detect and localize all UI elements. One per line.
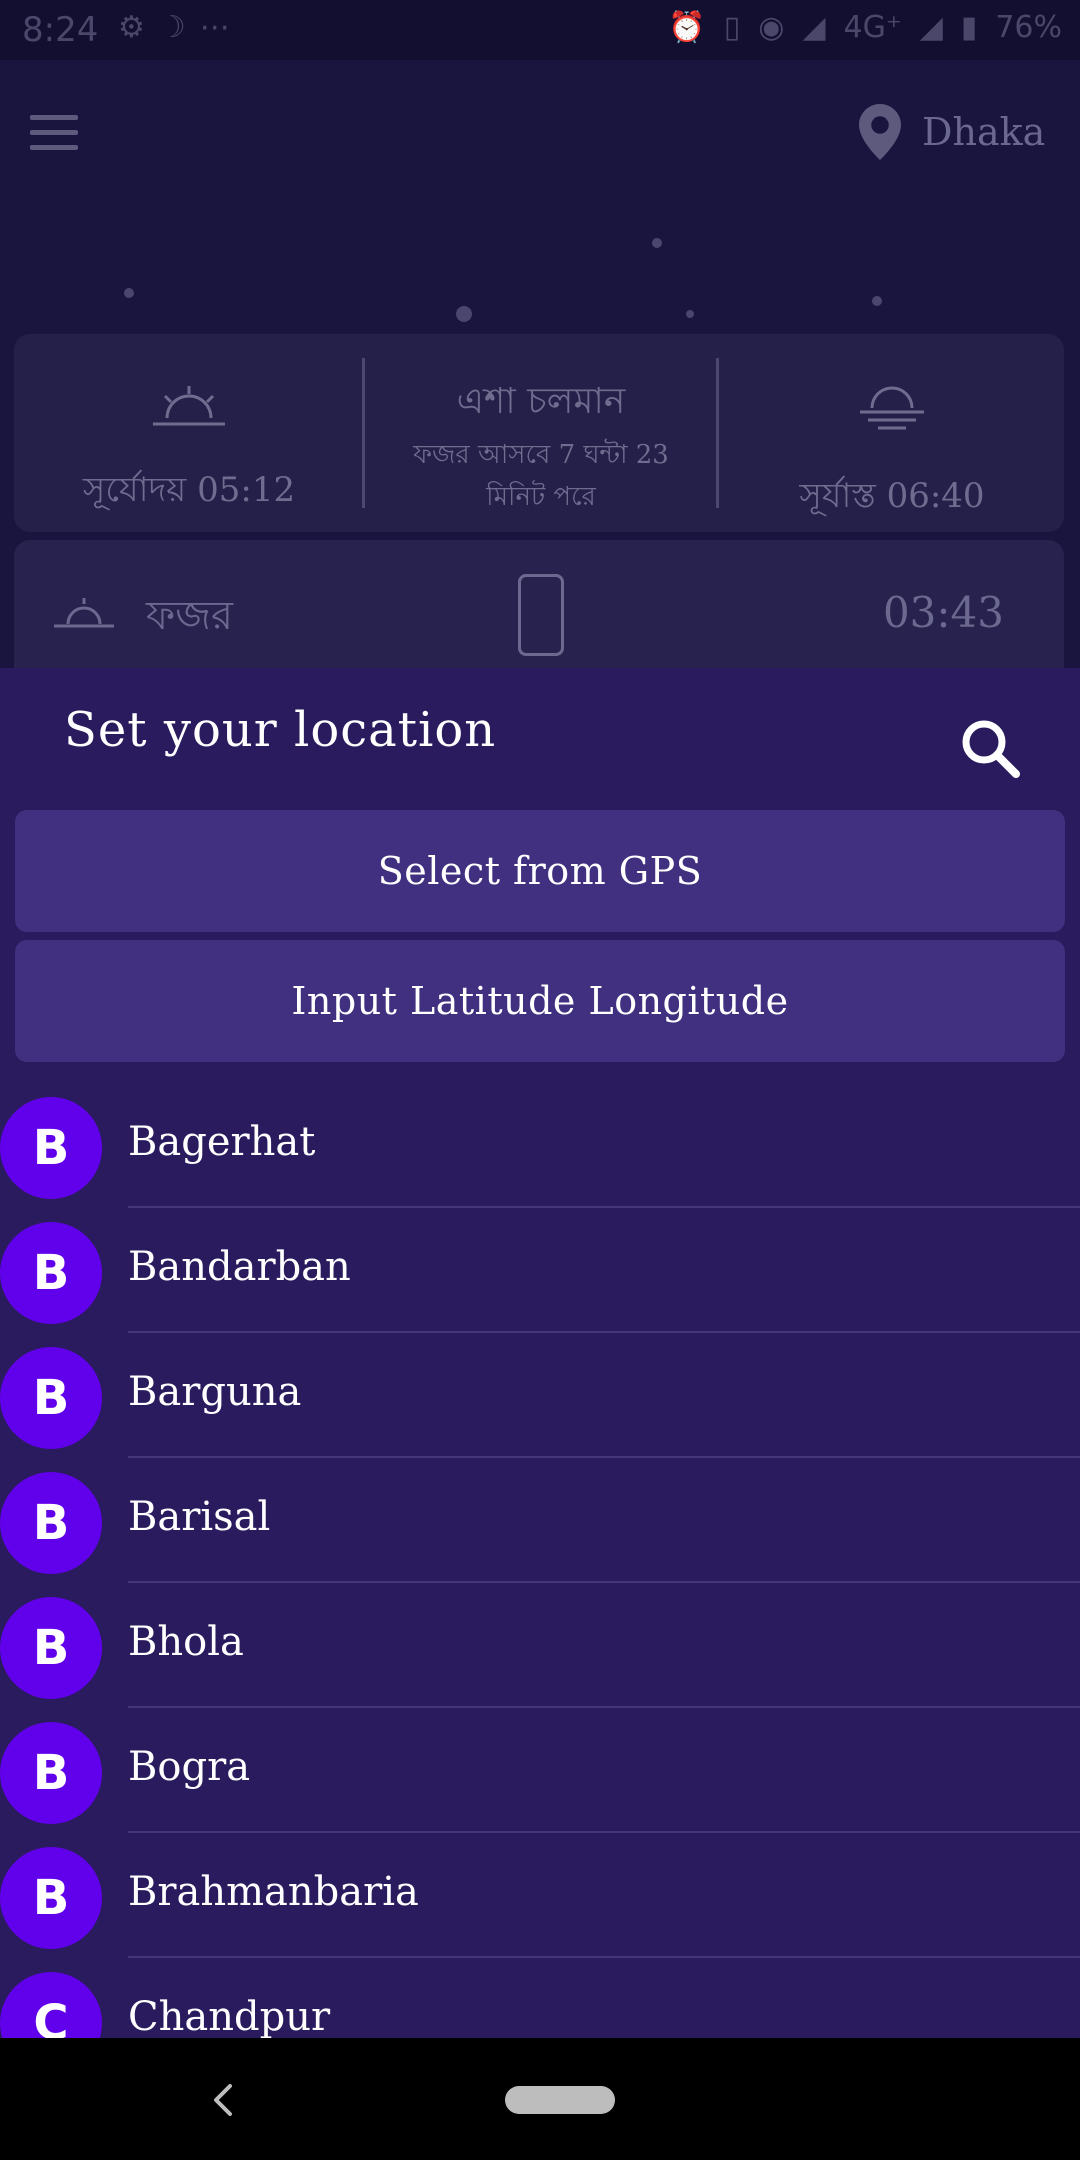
sunrise-label: সূর্যোদয় 05:12 bbox=[82, 470, 296, 510]
city-list-item[interactable]: B Bandarban bbox=[0, 1208, 1080, 1333]
countdown-line-2: মিনিট পরে bbox=[486, 482, 596, 512]
city-list-item[interactable]: B Barguna bbox=[0, 1333, 1080, 1458]
signal-icon: ◢ bbox=[802, 10, 826, 45]
city-initial-avatar: B bbox=[0, 1097, 102, 1199]
battery-level: 76% bbox=[995, 10, 1062, 45]
next-prayer-time: 03:43 bbox=[882, 588, 1004, 637]
phone-sound-icon[interactable] bbox=[518, 574, 564, 656]
city-list-item[interactable]: B Bhola bbox=[0, 1583, 1080, 1708]
sheet-header: Set your location bbox=[0, 668, 1080, 808]
sunset-section: সূর্যাস্ত 06:40 bbox=[720, 334, 1064, 532]
alarm-icon: ⏰ bbox=[668, 10, 706, 45]
input-lat-long-button[interactable]: Input Latitude Longitude bbox=[15, 940, 1065, 1062]
city-list-item[interactable]: B Bagerhat bbox=[0, 1083, 1080, 1208]
search-icon[interactable] bbox=[950, 708, 1030, 788]
city-initial-avatar: C bbox=[0, 1972, 102, 2038]
app-bar: Dhaka bbox=[0, 60, 1080, 210]
background-app: 8:24 ⚙☽⋯ ⏰ ▯ ◉ ◢ 4G⁺ ◢ ▮ 76% Dhaka সূর্য… bbox=[0, 0, 1080, 668]
city-name: Bhola bbox=[128, 1619, 244, 1665]
battery-icon: ▮ bbox=[960, 10, 978, 45]
countdown-line-1: ফজর আসবে 7 ঘন্টা 23 bbox=[413, 440, 669, 470]
current-location[interactable]: Dhaka bbox=[922, 110, 1045, 154]
city-list-item[interactable]: B Bogra bbox=[0, 1708, 1080, 1833]
status-notification-icons: ⚙☽⋯ bbox=[118, 10, 244, 45]
menu-icon[interactable] bbox=[30, 115, 78, 151]
network-type: 4G⁺ bbox=[843, 10, 902, 45]
city-name: Brahmanbaria bbox=[128, 1869, 419, 1915]
sheet-title: Set your location bbox=[64, 702, 497, 758]
city-initial-avatar: B bbox=[0, 1597, 102, 1699]
next-prayer-card: ফজর 03:43 bbox=[14, 540, 1064, 668]
vibrate-icon: ▯ bbox=[723, 10, 741, 45]
prayer-times-card: সূর্যোদয় 05:12 এশা চলমান ফজর আসবে 7 ঘন্… bbox=[14, 334, 1064, 532]
city-list-item[interactable]: B Brahmanbaria bbox=[0, 1833, 1080, 1958]
city-name: Bogra bbox=[128, 1744, 251, 1790]
city-name: Barisal bbox=[128, 1494, 271, 1540]
city-list-item[interactable]: C Chandpur bbox=[0, 1958, 1080, 2038]
signal-icon-2: ◢ bbox=[919, 10, 943, 45]
city-name: Chandpur bbox=[128, 1994, 331, 2038]
city-initial-avatar: B bbox=[0, 1472, 102, 1574]
star-decoration bbox=[456, 306, 472, 322]
city-initial-avatar: B bbox=[0, 1847, 102, 1949]
status-bar: 8:24 ⚙☽⋯ ⏰ ▯ ◉ ◢ 4G⁺ ◢ ▮ 76% bbox=[0, 0, 1080, 60]
sunrise-icon bbox=[54, 598, 114, 628]
city-initial-avatar: B bbox=[0, 1347, 102, 1449]
star-decoration bbox=[652, 238, 662, 248]
hotspot-icon: ◉ bbox=[758, 10, 785, 45]
sunrise-section: সূর্যোদয় 05:12 bbox=[14, 334, 364, 532]
next-prayer-name: ফজর bbox=[146, 593, 234, 639]
city-initial-avatar: B bbox=[0, 1722, 102, 1824]
divider bbox=[362, 358, 365, 508]
star-decoration bbox=[686, 310, 694, 318]
sunrise-icon bbox=[153, 386, 225, 426]
divider bbox=[716, 358, 719, 508]
navigation-bar bbox=[0, 2038, 1080, 2160]
current-prayer: এশা চলমান bbox=[456, 381, 626, 422]
location-bottom-sheet: Set your location Select from GPS Input … bbox=[0, 668, 1080, 2038]
sunset-label: সূর্যাস্ত 06:40 bbox=[799, 476, 985, 516]
city-list-item[interactable]: B Barisal bbox=[0, 1458, 1080, 1583]
home-pill[interactable] bbox=[505, 2086, 615, 2114]
city-name: Bagerhat bbox=[128, 1119, 316, 1165]
city-name: Barguna bbox=[128, 1369, 302, 1415]
status-time: 8:24 bbox=[22, 10, 99, 50]
city-name: Bandarban bbox=[128, 1244, 351, 1290]
city-initial-avatar: B bbox=[0, 1222, 102, 1324]
current-prayer-section: এশা চলমান ফজর আসবে 7 ঘন্টা 23 মিনিট পরে bbox=[366, 334, 716, 532]
back-icon[interactable] bbox=[204, 2078, 244, 2122]
status-right-icons: ⏰ ▯ ◉ ◢ 4G⁺ ◢ ▮ 76% bbox=[668, 10, 1062, 45]
select-from-gps-button[interactable]: Select from GPS bbox=[15, 810, 1065, 932]
star-decoration bbox=[872, 296, 882, 306]
star-decoration bbox=[124, 288, 134, 298]
location-pin-icon[interactable] bbox=[858, 104, 902, 160]
city-list: B Bagerhat B Bandarban B Barguna B Barisal B Bhol… bbox=[0, 1083, 1080, 2038]
sunset-icon bbox=[860, 386, 924, 430]
